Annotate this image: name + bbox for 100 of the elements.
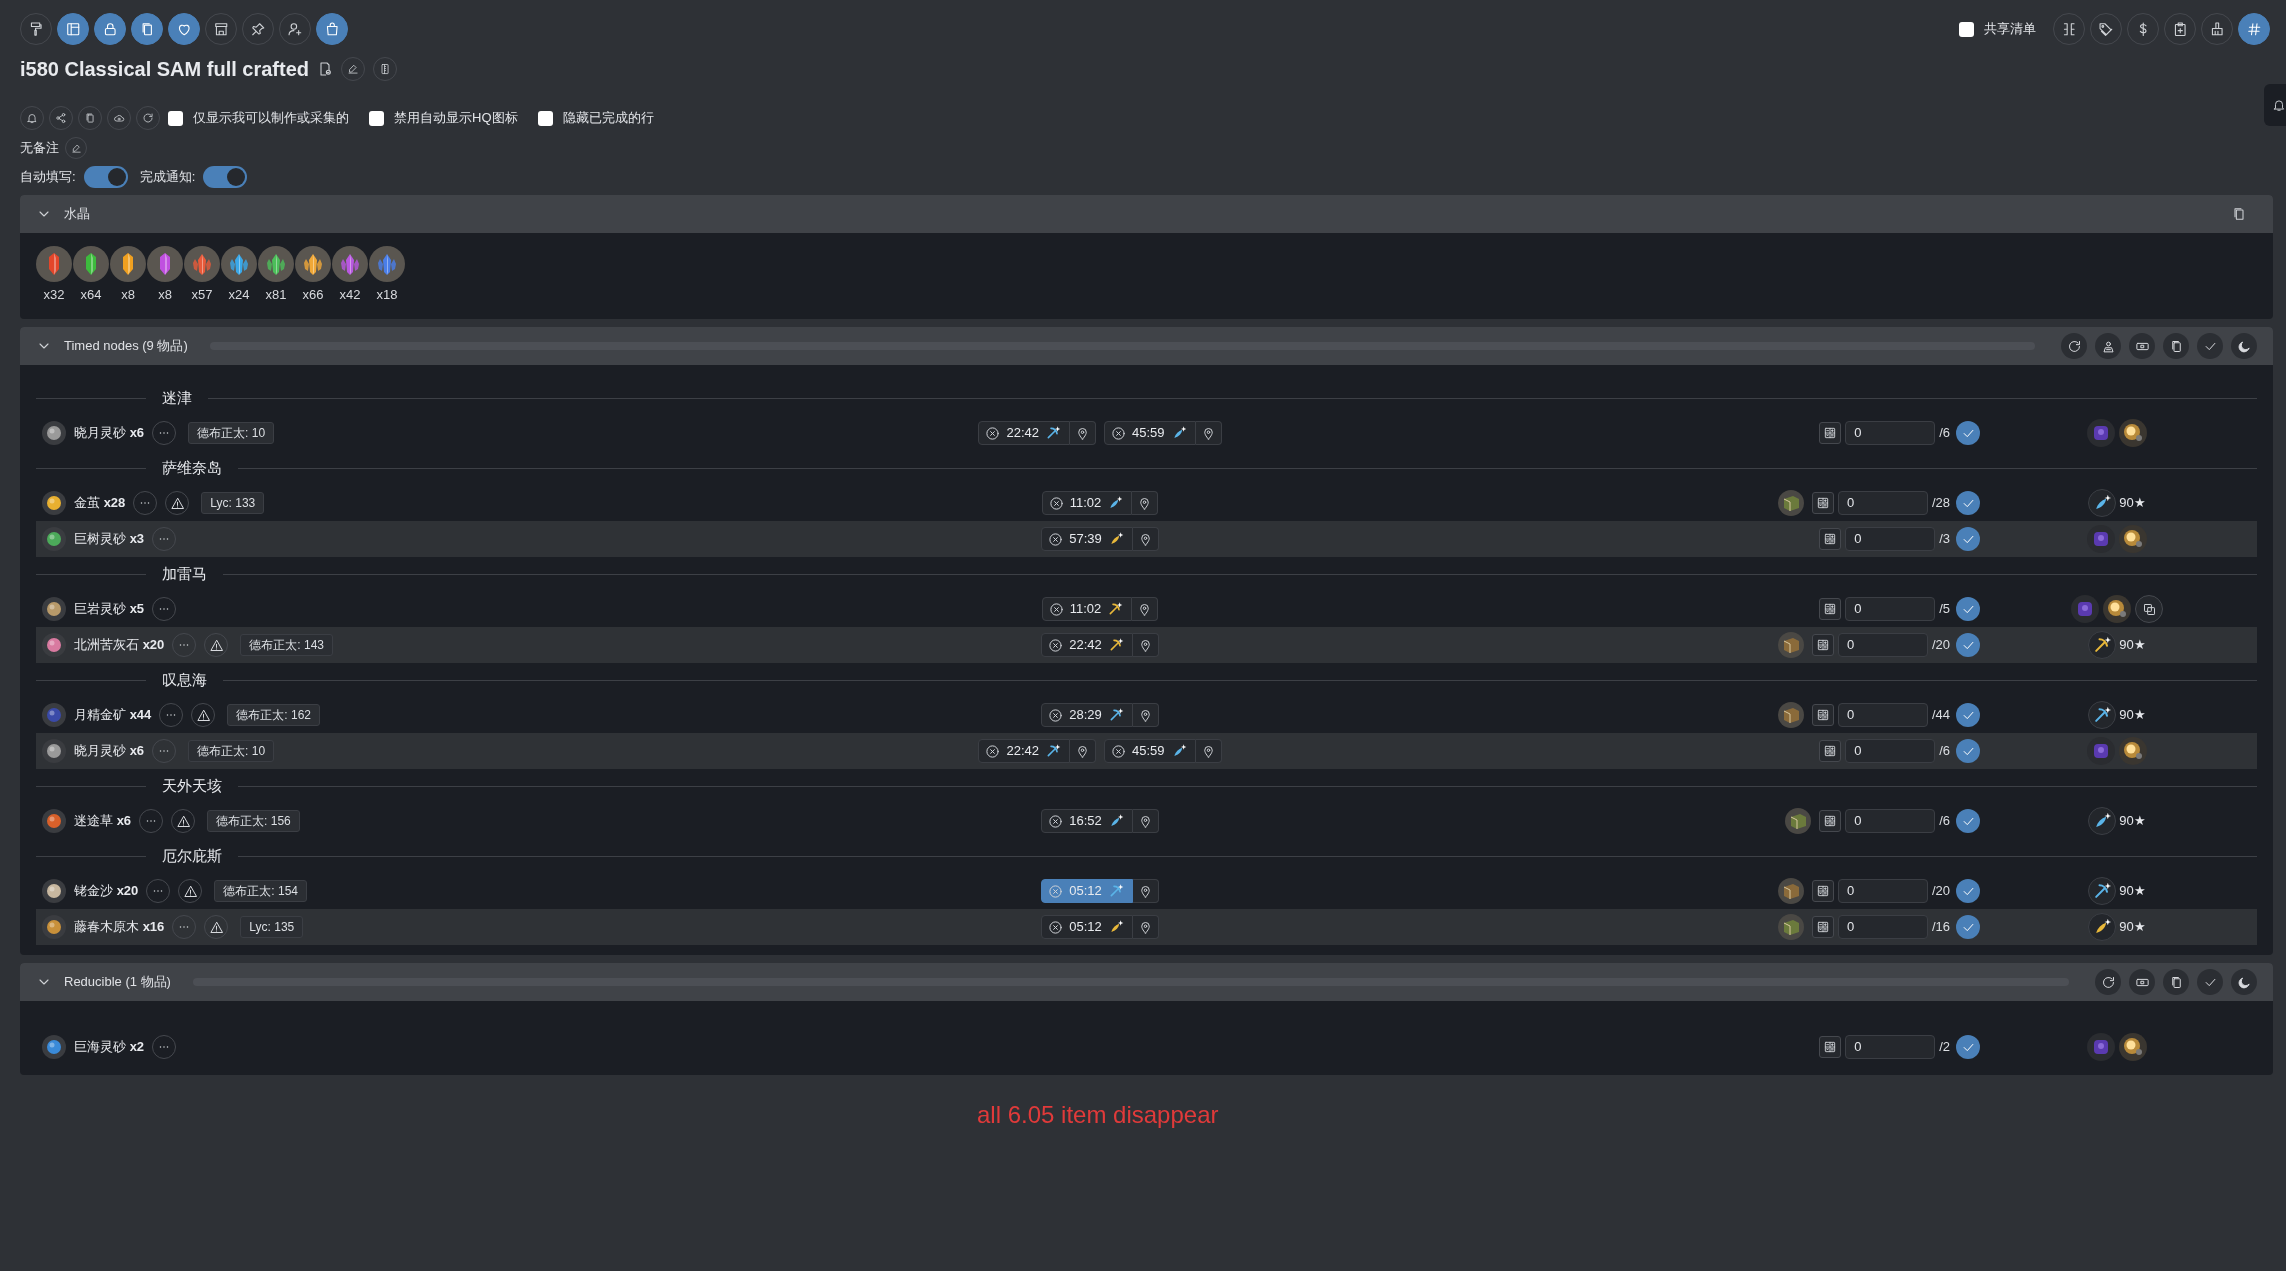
check-button[interactable] <box>2197 969 2223 995</box>
map-pin-button[interactable] <box>1132 527 1159 551</box>
checkbox[interactable] <box>537 110 553 126</box>
ticket-button[interactable] <box>2129 969 2155 995</box>
quantity-input[interactable]: 0 <box>1837 879 1928 903</box>
complete-button[interactable] <box>1956 703 1980 727</box>
timer-chip[interactable]: 05:12 <box>1041 915 1133 939</box>
copy-icon[interactable] <box>2231 206 2247 222</box>
quantity-input[interactable]: 0 <box>1845 421 1936 445</box>
aethersand-icon[interactable] <box>2087 737 2115 765</box>
complete-button[interactable] <box>1956 491 1980 515</box>
timer-chip[interactable]: 16:52 <box>1041 809 1133 833</box>
complete-button[interactable] <box>1956 1035 1980 1059</box>
glowing-orb-icon[interactable] <box>2119 737 2147 765</box>
quantity-input[interactable]: 0 <box>1837 633 1928 657</box>
map-pin-button[interactable] <box>1195 739 1222 763</box>
timer-chip[interactable]: 22:42 <box>978 421 1070 445</box>
aethersand-icon[interactable] <box>2071 595 2099 623</box>
copy-button[interactable] <box>131 13 163 45</box>
calculator-button[interactable] <box>1811 704 1834 726</box>
document-check-icon[interactable] <box>317 61 333 77</box>
checkbox[interactable] <box>168 110 183 126</box>
calculator-button[interactable] <box>1819 528 1842 550</box>
complete-button[interactable] <box>1956 739 1980 763</box>
aethersand-icon[interactable] <box>2087 1033 2115 1061</box>
bell-icon[interactable] <box>2272 97 2286 113</box>
check-button[interactable] <box>2197 333 2223 359</box>
moon-button[interactable] <box>2231 969 2257 995</box>
complete-button[interactable] <box>1956 527 1980 551</box>
toggle-switch[interactable] <box>203 166 248 188</box>
timer-chip[interactable]: 11:02 <box>1041 491 1133 515</box>
ticket-button[interactable] <box>2129 333 2155 359</box>
copy-button[interactable] <box>2163 969 2189 995</box>
glowing-orb-icon[interactable] <box>2119 419 2147 447</box>
timer-chip[interactable]: 28:29 <box>1041 703 1133 727</box>
calculator-button[interactable] <box>1811 492 1834 514</box>
quantity-input[interactable]: 0 <box>1837 491 1928 515</box>
calculator-button[interactable] <box>1819 422 1842 444</box>
timer-chip[interactable]: 57:39 <box>1041 527 1133 551</box>
item-name[interactable]: 迷途草 x6 <box>74 811 132 831</box>
map-pin-button[interactable] <box>1132 879 1159 903</box>
map-pin-button[interactable] <box>1070 739 1096 763</box>
map-pin-button[interactable] <box>1132 703 1159 727</box>
quantity-input[interactable]: 0 <box>1845 527 1936 551</box>
item-name[interactable]: 北洲苦灰石 x20 <box>74 635 165 655</box>
complete-button[interactable] <box>1956 879 1980 903</box>
complete-button[interactable] <box>1956 421 1980 445</box>
glowing-orb-icon[interactable] <box>2119 525 2147 553</box>
map-pin-button[interactable] <box>1132 597 1159 621</box>
map-pin-button[interactable] <box>1132 633 1159 657</box>
item-name[interactable]: 巨树灵砂 x3 <box>74 529 145 549</box>
checkbox[interactable] <box>1959 21 1974 37</box>
timer-chip[interactable]: 22:42 <box>1041 633 1133 657</box>
quantity-input[interactable]: 0 <box>1845 597 1936 621</box>
toggle-switch[interactable] <box>83 166 128 188</box>
map-pin-button[interactable] <box>1132 491 1159 515</box>
moon-button[interactable] <box>2231 333 2257 359</box>
refresh-button[interactable] <box>2061 333 2087 359</box>
calculator-button[interactable] <box>1811 880 1834 902</box>
timer-chip[interactable]: 11:02 <box>1041 597 1133 621</box>
aethersand-icon[interactable] <box>2087 419 2115 447</box>
hash-button[interactable] <box>2238 13 2270 45</box>
copy-button[interactable] <box>2163 333 2189 359</box>
item-name[interactable]: 晓月灵砂 x6 <box>74 423 145 443</box>
checkbox[interactable] <box>369 110 384 126</box>
calculator-button[interactable] <box>1819 1036 1842 1058</box>
complete-button[interactable] <box>1956 809 1980 833</box>
shopping-bag-button[interactable] <box>316 13 348 45</box>
person-button[interactable] <box>2095 333 2121 359</box>
glowing-orb-icon[interactable] <box>2119 1033 2147 1061</box>
layout-button[interactable] <box>57 13 89 45</box>
item-name[interactable]: 巨岩灵砂 x5 <box>74 599 145 619</box>
quantity-input[interactable]: 0 <box>1845 1035 1936 1059</box>
heart-button[interactable] <box>168 13 200 45</box>
quantity-input[interactable]: 0 <box>1845 739 1936 763</box>
calculator-button[interactable] <box>1811 916 1834 938</box>
item-name[interactable]: 金茧 x28 <box>74 493 126 513</box>
refresh-button[interactable] <box>2095 969 2121 995</box>
map-pin-button[interactable] <box>1132 809 1159 833</box>
timer-chip[interactable]: 45:59 <box>1104 421 1196 445</box>
lock-button[interactable] <box>94 13 126 45</box>
complete-button[interactable] <box>1956 597 1980 621</box>
calculator-button[interactable] <box>1819 810 1842 832</box>
quantity-input[interactable]: 0 <box>1837 703 1928 727</box>
calculator-button[interactable] <box>1819 740 1842 762</box>
item-name[interactable]: 巨海灵砂 x2 <box>74 1037 145 1057</box>
timer-chip[interactable]: 22:42 <box>978 739 1070 763</box>
timer-chip[interactable]: 45:59 <box>1104 739 1196 763</box>
duplicate-button[interactable] <box>2135 595 2163 623</box>
complete-button[interactable] <box>1956 915 1980 939</box>
calculator-button[interactable] <box>1819 598 1842 620</box>
quantity-input[interactable]: 0 <box>1837 915 1928 939</box>
map-pin-button[interactable] <box>1132 915 1159 939</box>
complete-button[interactable] <box>1956 633 1980 657</box>
calculator-button[interactable] <box>1811 634 1834 656</box>
map-pin-button[interactable] <box>1070 421 1096 445</box>
item-name[interactable]: 晓月灵砂 x6 <box>74 741 145 761</box>
item-name[interactable]: 藤春木原木 x16 <box>74 917 165 937</box>
glowing-orb-icon[interactable] <box>2103 595 2131 623</box>
item-name[interactable]: 铑金沙 x20 <box>74 881 139 901</box>
